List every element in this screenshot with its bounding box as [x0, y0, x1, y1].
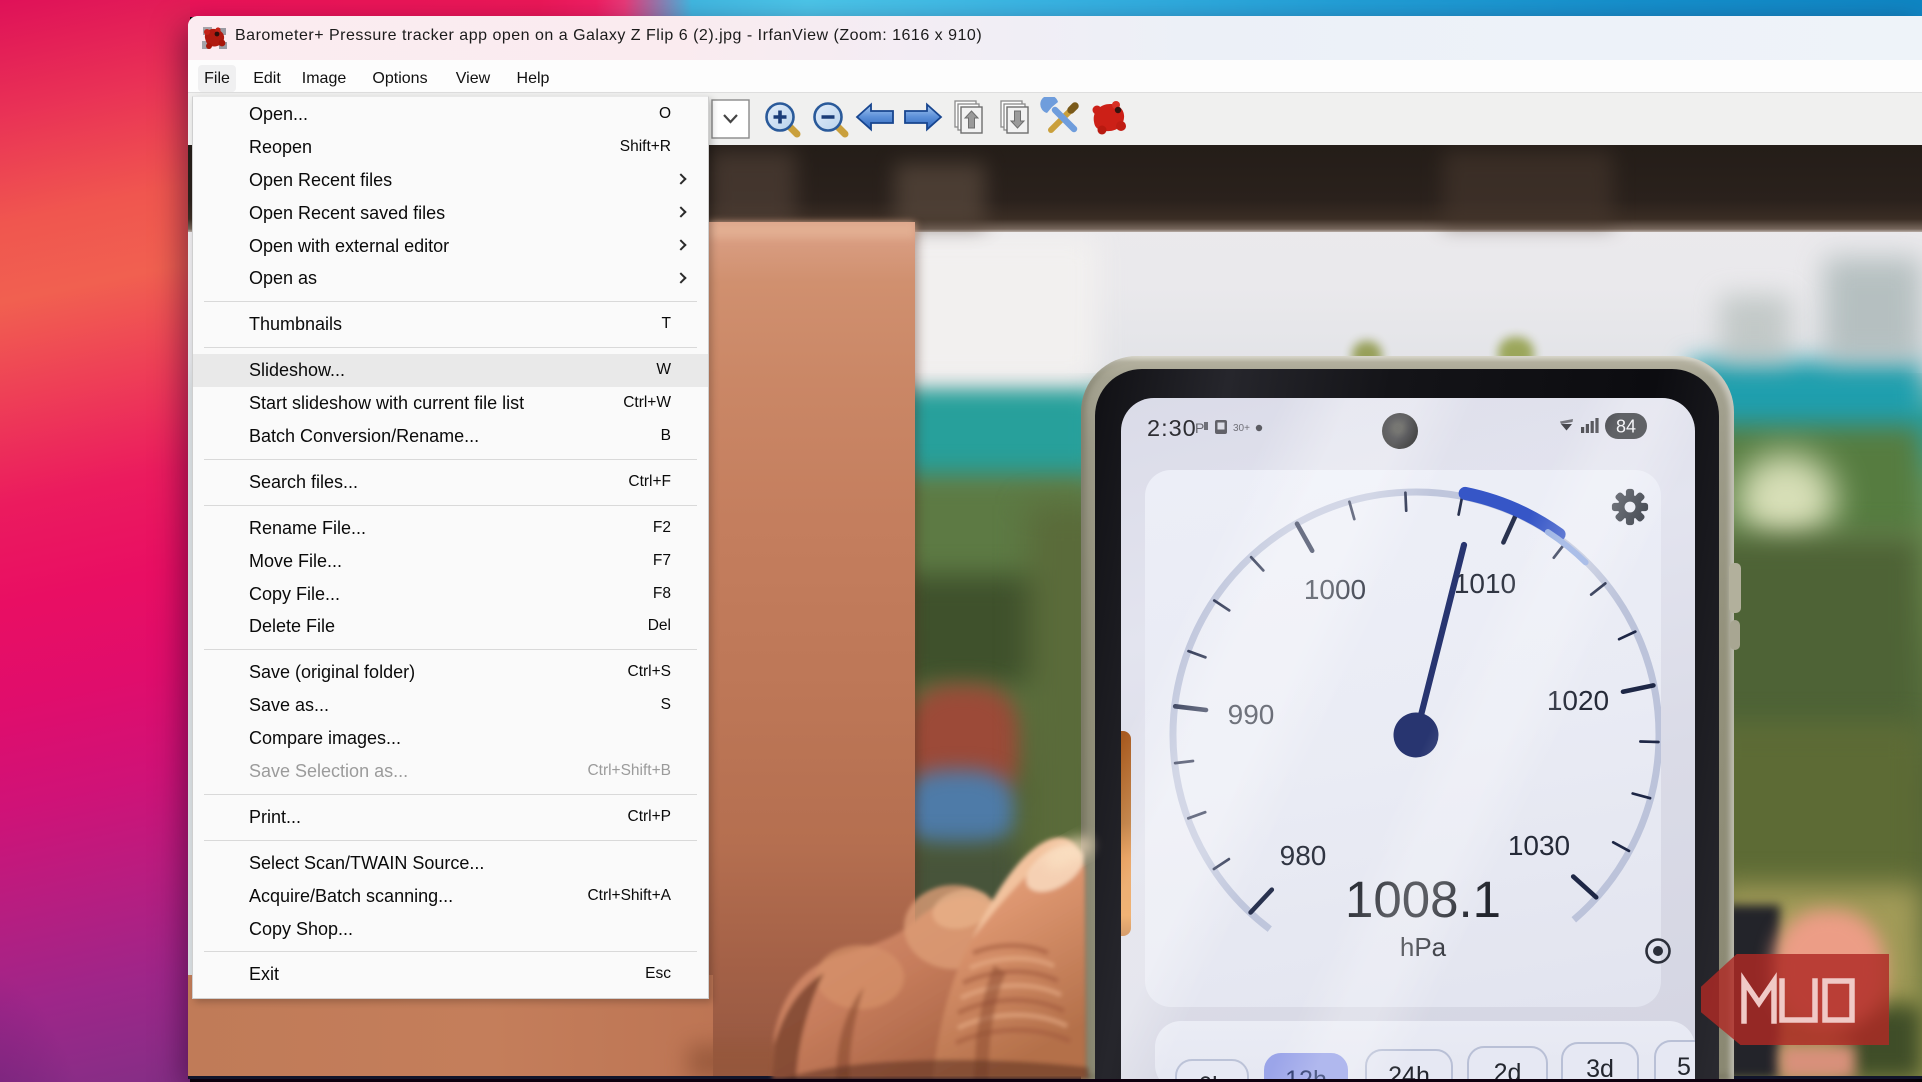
svg-text:P: P — [1195, 420, 1204, 436]
svg-text:84: 84 — [1616, 417, 1636, 437]
svg-text:30+: 30+ — [1233, 423, 1250, 434]
svg-text:1020: 1020 — [1547, 685, 1609, 716]
svg-text:1030: 1030 — [1508, 830, 1570, 861]
svg-text:1000: 1000 — [1304, 574, 1366, 605]
svg-text:1010: 1010 — [1454, 568, 1516, 599]
svg-text:990: 990 — [1228, 699, 1275, 730]
